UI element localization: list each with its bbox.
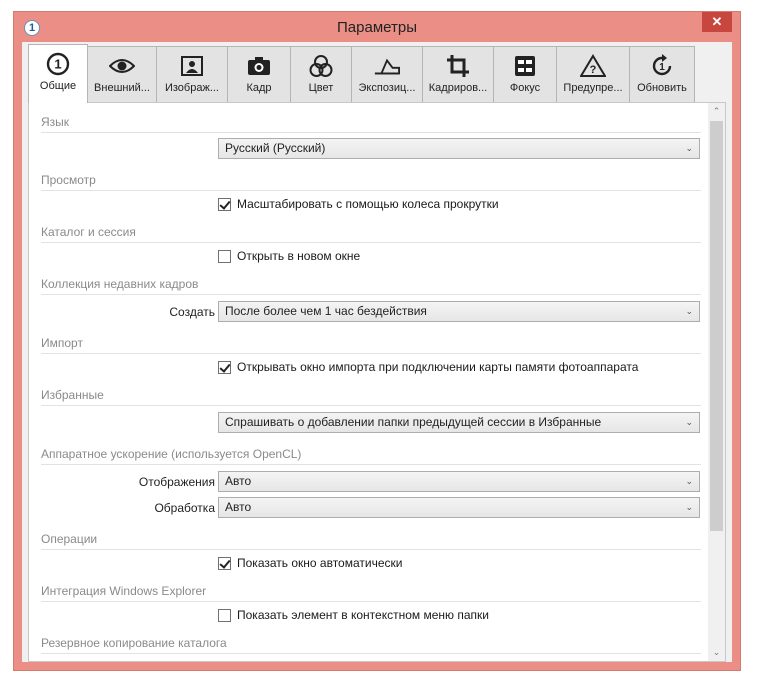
svg-text:?: ? [590, 64, 597, 76]
settings-window: 1 Параметры ✕ 1 Общие Внешний... Изображ… [13, 11, 741, 671]
tab-update[interactable]: 1 Обновить [629, 46, 695, 102]
section-header-recent: Коллекция недавних кадров [41, 277, 701, 295]
create-dropdown[interactable]: После более чем 1 час бездействия ⌄ [218, 301, 700, 322]
chevron-down-icon: ⌄ [685, 306, 693, 316]
section-header-backup: Резервное копирование каталога [41, 636, 701, 654]
tab-image[interactable]: Изображ... [156, 46, 228, 102]
tab-exposure[interactable]: Экспозиц... [351, 46, 423, 102]
section-header-favorites: Избранные [41, 388, 701, 406]
tab-label: Экспозиц... [358, 82, 416, 94]
favorites-dropdown[interactable]: Спрашивать о добавлении папки предыдущей… [218, 412, 700, 433]
section-header-language: Язык [41, 115, 701, 133]
dropdown-value: Авто [225, 500, 252, 514]
section-header-catalog: Каталог и сессия [41, 225, 701, 243]
section-header-operations: Операции [41, 532, 701, 550]
dropdown-value: Авто [225, 474, 252, 488]
warning-icon: ? [580, 53, 606, 79]
section-header-explorer: Интеграция Windows Explorer [41, 584, 701, 602]
camera-icon [246, 53, 272, 79]
auto-window-checkbox-row[interactable]: Показать окно автоматически [218, 556, 402, 570]
checkbox-label: Открывать окно импорта при подключении к… [237, 360, 639, 374]
tab-label: Внешний... [94, 82, 150, 94]
checkbox-label: Открыть в новом окне [237, 249, 361, 263]
section-header-preview: Просмотр [41, 173, 701, 191]
tab-frame[interactable]: Кадр [227, 46, 291, 102]
tab-focus[interactable]: Фокус [493, 46, 557, 102]
language-dropdown[interactable]: Русский (Русский) ⌄ [218, 138, 700, 159]
color-circles-icon [308, 53, 334, 79]
processing-label: Обработка [154, 501, 215, 515]
chevron-down-icon: ⌄ [685, 502, 693, 512]
zoom-scroll-checkbox-row[interactable]: Масштабировать с помощью колеса прокрутк… [218, 197, 499, 211]
tab-label: Общие [39, 80, 77, 92]
tab-appearance[interactable]: Внешний... [87, 46, 157, 102]
update-icon: 1 [649, 53, 675, 79]
scroll-down-icon[interactable]: ⌄ [708, 644, 725, 661]
processing-dropdown[interactable]: Авто ⌄ [218, 497, 700, 518]
tab-label: Обновить [637, 82, 687, 94]
checkbox-label: Показать элемент в контекстном меню папк… [237, 608, 489, 622]
chevron-down-icon: ⌄ [685, 476, 693, 486]
svg-text:1: 1 [659, 62, 665, 73]
tab-label: Кадриров... [428, 82, 488, 94]
exposure-icon [374, 53, 400, 79]
dropdown-value: Спрашивать о добавлении папки предыдущей… [225, 415, 602, 429]
scroll-thumb[interactable] [710, 121, 723, 531]
title-bar[interactable]: 1 Параметры ✕ [14, 12, 740, 44]
context-menu-checkbox-row[interactable]: Показать элемент в контекстном меню папк… [218, 608, 489, 622]
tab-strip: 1 Общие Внешний... Изображ... Кадр Цвет … [28, 44, 695, 103]
image-icon [179, 53, 205, 79]
new-window-checkbox-row[interactable]: Открыть в новом окне [218, 249, 360, 263]
context-menu-checkbox[interactable] [218, 608, 231, 622]
tab-color[interactable]: Цвет [290, 46, 352, 102]
dialog-client: 1 Общие Внешний... Изображ... Кадр Цвет … [22, 42, 732, 662]
vertical-scrollbar[interactable]: ⌃ ⌄ [708, 103, 725, 661]
display-dropdown[interactable]: Авто ⌄ [218, 471, 700, 492]
create-label: Создать [169, 305, 215, 319]
auto-window-checkbox[interactable] [218, 556, 231, 570]
tab-label: Кадр [246, 82, 272, 94]
import-checkbox-row[interactable]: Открывать окно импорта при подключении к… [218, 360, 638, 374]
crop-icon [445, 53, 471, 79]
focus-icon [512, 53, 538, 79]
eye-icon [109, 53, 135, 79]
section-header-import: Импорт [41, 336, 701, 354]
display-label: Отображения [138, 475, 215, 489]
dropdown-value: После более чем 1 час бездействия [225, 304, 427, 318]
zoom-scroll-checkbox[interactable] [218, 197, 231, 211]
tab-label: Цвет [308, 82, 334, 94]
tab-label: Фокус [509, 82, 541, 94]
tab-label: Изображ... [164, 82, 219, 94]
new-window-checkbox[interactable] [218, 249, 231, 263]
scroll-up-icon[interactable]: ⌃ [708, 103, 725, 120]
tab-warnings[interactable]: ? Предупре... [556, 46, 630, 102]
checkbox-label: Показать окно автоматически [237, 556, 403, 570]
dropdown-value: Русский (Русский) [225, 141, 326, 155]
import-checkbox[interactable] [218, 360, 231, 374]
tab-general[interactable]: 1 Общие [28, 44, 88, 103]
window-title: Параметры [337, 19, 417, 36]
chevron-down-icon: ⌄ [685, 417, 693, 427]
checkbox-label: Масштабировать с помощью колеса прокрутк… [237, 197, 499, 211]
chevron-down-icon: ⌄ [685, 143, 693, 153]
tab-label: Предупре... [563, 82, 623, 94]
settings-panel: Язык Русский (Русский) ⌄ Просмотр Масшта… [28, 102, 726, 662]
svg-text:1: 1 [54, 57, 61, 72]
close-button[interactable]: ✕ [702, 12, 732, 32]
general-icon: 1 [45, 51, 71, 77]
section-header-hardware: Аппаратное ускорение (используется OpenC… [41, 447, 701, 465]
tab-crop[interactable]: Кадриров... [422, 46, 494, 102]
